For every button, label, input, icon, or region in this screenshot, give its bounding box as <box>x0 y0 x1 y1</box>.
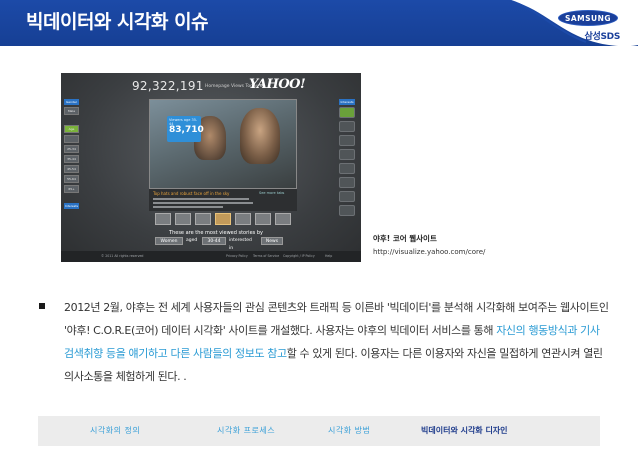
view-counter: 92,322,191 <box>132 79 204 93</box>
filter-sidebar-left: Gender Male Age 25-34 35-44 45-54 55-64 … <box>64 99 79 229</box>
caption-url-link[interactable]: http://visualize.yahoo.com/core/ <box>373 248 485 256</box>
caption-title: 야후! 코어 웹사이트 <box>373 234 437 243</box>
pilot-figure-right <box>240 108 280 164</box>
featured-story-image[interactable]: Viewers age 35-44 83,710 <box>149 99 297 189</box>
footer-link-help[interactable]: Help <box>325 254 332 258</box>
interests-tag: Interests <box>64 203 79 209</box>
interest-icon-movies[interactable] <box>339 177 355 188</box>
samsung-sds-logo: 삼성SDS <box>584 32 621 42</box>
footer-copyright: © 2011 All rights reserved <box>101 254 144 258</box>
interest-icon-autos[interactable] <box>339 149 355 160</box>
interest-icon-sports[interactable] <box>339 121 355 132</box>
story-thumbnail[interactable] <box>155 213 171 225</box>
age-option-45-54[interactable]: 45-54 <box>64 165 79 173</box>
story-text-line <box>153 206 223 208</box>
age-option-25-34[interactable]: 25-34 <box>64 145 79 153</box>
age-tag: Age <box>64 125 79 133</box>
page-title: 빅데이터와 시각화 이슈 <box>26 11 209 33</box>
story-thumbnail[interactable] <box>255 213 271 225</box>
bottom-nav-bar: 시각화의 정의 시각화 프로세스 시각화 방법 빅데이터와 시각화 디자인 <box>38 416 600 446</box>
footer-link-terms[interactable]: Terms of Service <box>253 254 279 258</box>
age-badge-value: 83,710 <box>169 125 204 135</box>
bullet-marker <box>39 303 45 309</box>
age-option-55-64[interactable]: 55-64 <box>64 175 79 183</box>
screenshot-footer: © 2011 All rights reserved Privacy Polic… <box>61 251 361 262</box>
story-text-line <box>153 198 249 200</box>
gender-filter-chip[interactable]: Women <box>155 237 183 245</box>
story-thumbnail[interactable] <box>235 213 251 225</box>
topic-filter-chip[interactable]: News <box>261 237 283 245</box>
gender-option[interactable]: Male <box>64 107 79 115</box>
samsung-logo: SAMSUNG <box>558 10 618 26</box>
interested-label: interested in <box>229 238 252 251</box>
interest-icon-travel[interactable] <box>339 205 355 216</box>
most-viewed-heading: These are the most viewed stories by <box>169 230 263 236</box>
age-option-65[interactable]: 65+ <box>64 185 79 193</box>
age-filter-chip[interactable]: 30-44 <box>202 237 226 245</box>
story-title[interactable]: Top hats and robust face off in the sky <box>153 191 229 196</box>
yahoo-logo: YAHOO! <box>249 77 306 92</box>
body-paragraph: 2012년 2월, 야후는 전 세계 사용자들의 관심 콘텐츠와 트래픽 등 이… <box>64 296 609 388</box>
age-option-35-44[interactable]: 35-44 <box>64 155 79 163</box>
interests-right-tag: Interests <box>339 99 355 105</box>
age-option-blank[interactable] <box>64 135 79 143</box>
story-text-line <box>153 202 253 204</box>
story-more-link[interactable]: See more tabs <box>259 191 284 195</box>
interest-icon-music[interactable] <box>339 163 355 174</box>
gender-tag: Gender <box>64 99 79 105</box>
nav-item-definition[interactable]: 시각화의 정의 <box>90 425 140 436</box>
interest-sidebar-right: Interests <box>339 99 357 227</box>
story-thumbnail[interactable] <box>175 213 191 225</box>
story-thumbnail[interactable] <box>275 213 291 225</box>
footer-link-privacy[interactable]: Privacy Policy <box>226 254 248 258</box>
story-thumbnail-selected[interactable] <box>215 213 231 225</box>
interest-icon-news[interactable] <box>339 107 355 118</box>
footer-link-copyright[interactable]: Copyright / IP Policy <box>283 254 315 258</box>
nav-item-process[interactable]: 시각화 프로세스 <box>217 425 275 436</box>
age-viewers-badge: Viewers age 35-44 83,710 <box>167 116 204 142</box>
interest-icon-games[interactable] <box>339 191 355 202</box>
story-thumbnail[interactable] <box>195 213 211 225</box>
aged-label: aged <box>186 238 198 243</box>
story-thumbnails <box>149 213 297 226</box>
nav-item-method[interactable]: 시각화 방법 <box>328 425 370 436</box>
nav-item-bigdata-design[interactable]: 빅데이터와 시각화 디자인 <box>421 425 508 436</box>
story-summary: Top hats and robust face off in the sky … <box>149 189 297 211</box>
yahoo-core-screenshot: 92,322,191 Homepage Views Today on YAHOO… <box>61 73 361 262</box>
brand-logo-group: SAMSUNG 삼성SDS <box>548 4 628 42</box>
interest-icon-finance[interactable] <box>339 135 355 146</box>
